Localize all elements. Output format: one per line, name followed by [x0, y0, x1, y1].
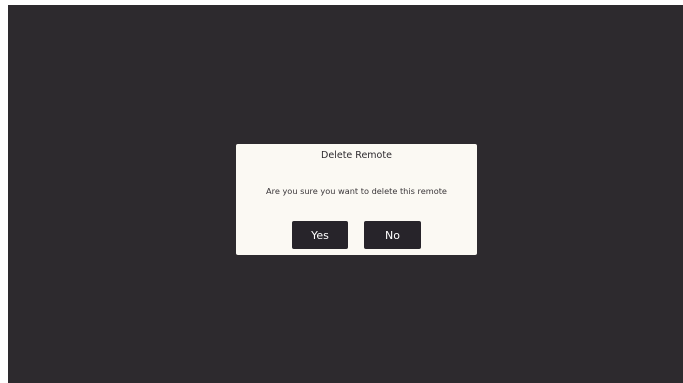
delete-remote-dialog: Delete Remote Are you sure you want to d… — [236, 144, 477, 255]
yes-button[interactable]: Yes — [292, 221, 348, 249]
no-button[interactable]: No — [364, 221, 421, 249]
dialog-message: Are you sure you want to delete this rem… — [266, 186, 447, 196]
app-screen-backdrop: Delete Remote Are you sure you want to d… — [8, 5, 683, 383]
dialog-title: Delete Remote — [321, 150, 392, 161]
